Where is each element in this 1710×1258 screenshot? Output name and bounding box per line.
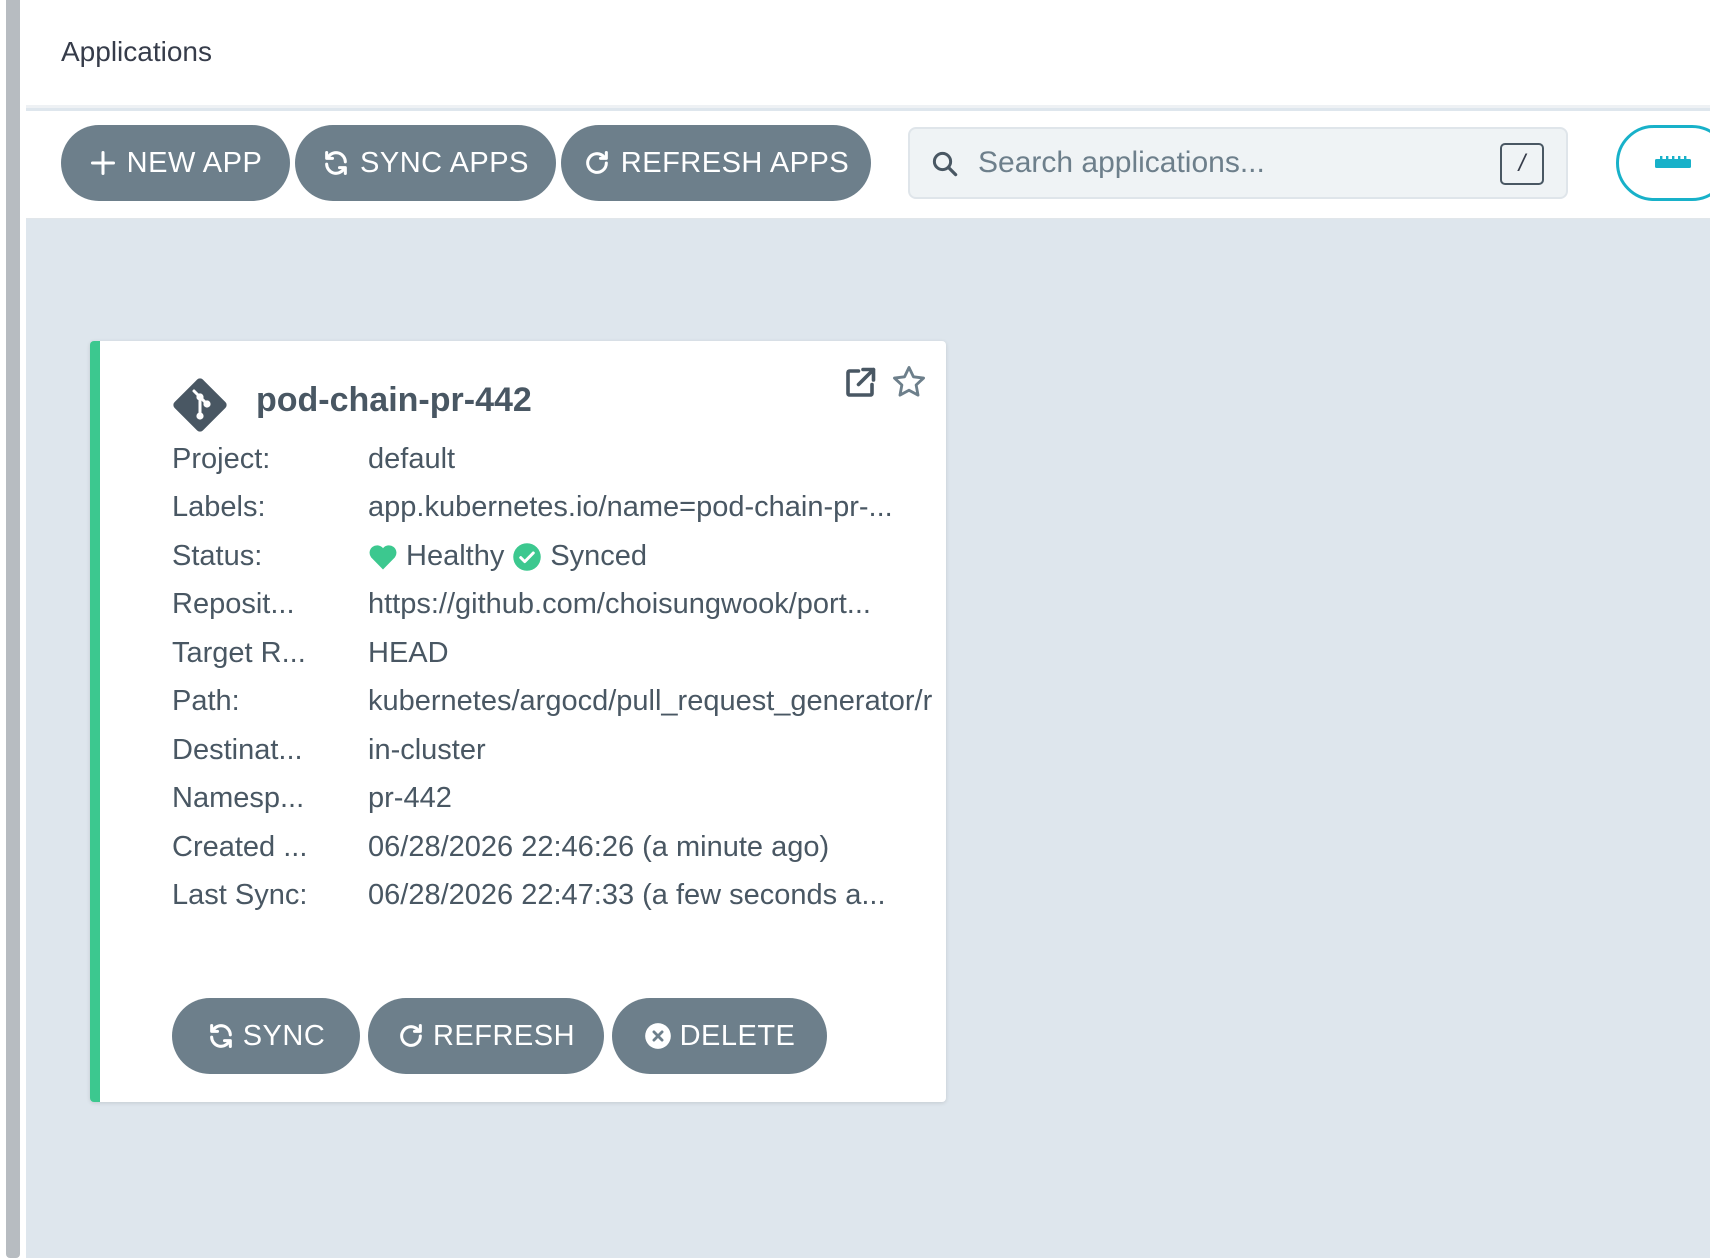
top-header: Applications: [26, 0, 1710, 108]
heart-icon: [369, 544, 397, 569]
row-label: Reposit...: [172, 588, 295, 620]
sync-status: Synced: [550, 540, 648, 572]
sidebar-scrollbar[interactable]: [6, 0, 20, 1258]
external-link-icon[interactable]: [842, 365, 878, 401]
application-card[interactable]: pod-chain-pr-442 Project: default Labels…: [90, 341, 946, 1102]
close-circle-icon: [644, 1023, 671, 1049]
sync-apps-button[interactable]: SYNC APPS: [295, 125, 556, 201]
refresh-icon: [585, 150, 608, 174]
page-title: Applications: [61, 36, 212, 67]
app-delete-button[interactable]: DELETE: [612, 998, 827, 1074]
app-sync-label: SYNC: [242, 1019, 326, 1052]
left-rail: [0, 0, 26, 1258]
row-label: Created ...: [172, 831, 308, 863]
row-label: Labels:: [172, 491, 266, 523]
app-name[interactable]: pod-chain-pr-442: [256, 381, 532, 420]
sync-apps-label: SYNC APPS: [360, 146, 529, 179]
refresh-apps-label: REFRESH APPS: [620, 146, 850, 179]
status-values: Healthy Synced: [368, 540, 932, 573]
tiles-view-icon: [1655, 156, 1691, 168]
app-sync-button[interactable]: SYNC: [172, 998, 360, 1074]
row-label: Last Sync:: [172, 879, 308, 911]
row-value: https://github.com/choisungwook/port...: [368, 588, 871, 620]
search-box[interactable]: /: [908, 127, 1568, 199]
row-value: app.kubernetes.io/name=pod-chain-pr-...: [368, 491, 893, 523]
row-label: Path:: [172, 685, 240, 717]
row-value: default: [368, 443, 456, 475]
row-value: HEAD: [368, 637, 449, 669]
health-status: Healthy: [406, 540, 505, 572]
search-icon: [932, 151, 958, 177]
star-icon[interactable]: [890, 363, 928, 401]
check-circle-icon: [513, 542, 542, 571]
row-label: Status:: [172, 540, 263, 572]
refresh-icon: [400, 1023, 422, 1047]
row-label: Destinat...: [172, 734, 303, 766]
row-value: 06/28/2026 22:47:33 (a few seconds a...: [368, 879, 886, 911]
plus-icon: [90, 150, 115, 176]
new-app-button[interactable]: NEW APP: [61, 125, 290, 201]
row-label: Target R...: [172, 637, 306, 669]
row-value: in-cluster: [368, 734, 486, 766]
row-value: kubernetes/argocd/pull_request_generator…: [368, 685, 932, 717]
row-label: Project:: [172, 443, 271, 475]
app-refresh-button[interactable]: REFRESH: [368, 998, 604, 1074]
app-delete-label: DELETE: [679, 1019, 796, 1052]
row-value: pr-442: [368, 782, 452, 814]
sync-icon: [209, 1023, 232, 1049]
git-icon: [173, 378, 227, 432]
row-value: 06/28/2026 22:46:26 (a minute ago): [368, 831, 830, 863]
refresh-apps-button[interactable]: REFRESH APPS: [561, 125, 871, 201]
sync-icon: [325, 150, 347, 176]
toolbar: NEW APP SYNC APPS REFRESH APPS /: [26, 111, 1710, 219]
view-toggle-button[interactable]: [1616, 125, 1710, 201]
row-label: Namesp...: [172, 782, 305, 814]
new-app-label: NEW APP: [126, 146, 263, 179]
search-input[interactable]: [978, 141, 1478, 185]
app-refresh-label: REFRESH: [432, 1019, 576, 1052]
search-shortcut-key: /: [1500, 143, 1544, 185]
